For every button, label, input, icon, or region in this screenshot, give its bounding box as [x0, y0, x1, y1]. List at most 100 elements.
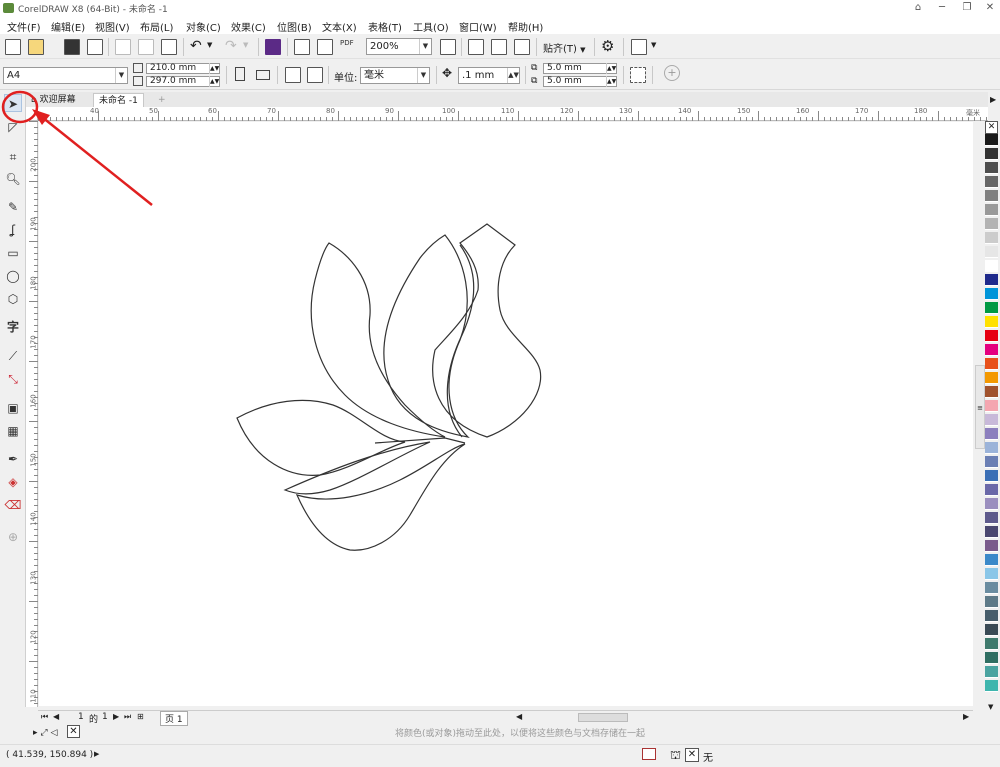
first-page-icon[interactable]: ⏮ — [41, 712, 48, 722]
color-swatch[interactable] — [985, 330, 998, 342]
user-icon[interactable]: ⌂ — [906, 0, 930, 15]
undo-dropdown-icon[interactable]: ▼ — [207, 41, 212, 49]
save-icon[interactable] — [64, 39, 80, 55]
search-content-icon[interactable] — [265, 39, 281, 55]
page-tab[interactable]: 页 1 — [160, 711, 188, 726]
fill-bucket-icon[interactable]: ⛫ — [670, 748, 681, 764]
color-swatch[interactable] — [985, 372, 998, 384]
snap-to-menu[interactable]: 贴齐(T) ▼ — [543, 40, 586, 55]
color-swatch[interactable] — [985, 400, 998, 412]
spinner-arrows-icon[interactable]: ▲▼ — [209, 63, 219, 74]
menu-edit[interactable]: 编辑(E) — [51, 19, 85, 34]
menu-help[interactable]: 帮助(H) — [508, 19, 543, 34]
color-swatch[interactable] — [985, 204, 998, 216]
menu-object[interactable]: 对象(C) — [186, 19, 221, 34]
color-swatch[interactable] — [985, 442, 998, 454]
status-expand-icon[interactable]: ▶ — [94, 750, 99, 758]
palette-scroll-down-icon[interactable]: ▼ — [988, 703, 993, 711]
menu-table[interactable]: 表格(T) — [368, 19, 402, 34]
color-swatch[interactable] — [985, 652, 998, 664]
zoom-level-select[interactable]: 200% ▼ — [366, 38, 432, 55]
menu-effects[interactable]: 效果(C) — [231, 19, 266, 34]
print-icon[interactable] — [87, 39, 103, 55]
duplicate-distance-y-input[interactable]: 5.0 mm ▲▼ — [543, 76, 617, 87]
export-icon[interactable] — [317, 39, 333, 55]
quick-customize-icon[interactable]: + — [664, 65, 680, 81]
previous-page-icon[interactable]: ◀ — [53, 712, 59, 721]
minimize-button[interactable]: ─ — [930, 0, 954, 15]
full-screen-icon[interactable] — [440, 39, 456, 55]
color-swatch[interactable] — [985, 484, 998, 496]
docker-expand-icon[interactable]: ▶ — [990, 95, 996, 104]
color-swatch[interactable] — [985, 148, 998, 160]
color-swatch[interactable] — [985, 526, 998, 538]
flower-drawing[interactable] — [39, 122, 973, 706]
color-swatch[interactable] — [985, 456, 998, 468]
restore-button[interactable]: ❐ — [955, 0, 979, 15]
color-swatch[interactable] — [985, 260, 998, 272]
drop-shadow-icon[interactable]: ▣ — [4, 399, 22, 417]
application-launcher-icon[interactable] — [631, 39, 647, 55]
color-swatch[interactable] — [985, 582, 998, 594]
color-swatch[interactable] — [985, 680, 998, 692]
spinner-arrows-icon[interactable]: ▲▼ — [606, 76, 616, 87]
color-swatch[interactable] — [985, 512, 998, 524]
nudge-distance-input[interactable]: .1 mm ▲▼ — [458, 67, 520, 84]
menu-text[interactable]: 文本(X) — [322, 19, 357, 34]
color-swatch[interactable] — [985, 596, 998, 608]
color-swatch[interactable] — [985, 274, 998, 286]
color-swatch[interactable] — [985, 498, 998, 510]
color-swatch[interactable] — [985, 232, 998, 244]
no-color-swatch[interactable]: ✕ — [985, 121, 998, 134]
next-page-icon[interactable]: ▶ — [113, 712, 119, 721]
transparency-icon[interactable]: ▦ — [4, 422, 22, 440]
spinner-arrows-icon[interactable]: ▲▼ — [507, 68, 519, 83]
add-page-icon[interactable]: ⊞ — [137, 712, 144, 721]
color-palette[interactable] — [985, 134, 1000, 700]
redo-dropdown-icon[interactable]: ▼ — [243, 41, 248, 49]
menu-file[interactable]: 文件(F) — [7, 19, 41, 34]
export-pdf-icon[interactable]: PDF — [340, 39, 354, 47]
drawing-canvas[interactable] — [39, 122, 973, 706]
color-swatch[interactable] — [985, 414, 998, 426]
current-page-icon[interactable] — [307, 67, 323, 83]
color-swatch[interactable] — [985, 176, 998, 188]
color-swatch[interactable] — [985, 358, 998, 370]
spinner-arrows-icon[interactable]: ▲▼ — [209, 76, 219, 87]
color-swatch[interactable] — [985, 666, 998, 678]
horizontal-ruler[interactable]: 40 50 60 70 80 90 100 110 120 130 140 15… — [38, 107, 988, 121]
cut-icon[interactable] — [115, 39, 131, 55]
parallel-dimension-icon[interactable]: ⟋ — [4, 347, 22, 365]
color-swatch[interactable] — [985, 302, 998, 314]
last-page-icon[interactable]: ⏭ — [124, 712, 131, 722]
color-settings-icon[interactable] — [642, 748, 656, 760]
fill-outline-controls[interactable]: ▸ ⤢ ◁ — [33, 728, 57, 738]
undo-icon[interactable]: ↶ — [190, 38, 202, 54]
palette-scroll-handle[interactable]: ≡ — [975, 365, 985, 449]
rectangle-tool-icon[interactable]: ▭ — [4, 244, 22, 262]
scroll-left-icon[interactable]: ◀ — [516, 712, 522, 721]
color-swatch[interactable] — [985, 540, 998, 552]
duplicate-distance-x-input[interactable]: 5.0 mm ▲▼ — [543, 63, 617, 74]
open-folder-icon[interactable] — [28, 39, 44, 55]
grid-icon[interactable] — [491, 39, 507, 55]
options-gear-icon[interactable]: ⚙ — [601, 37, 614, 55]
color-swatch[interactable] — [985, 162, 998, 174]
color-eyedropper-icon[interactable]: ✒ — [4, 450, 22, 468]
color-swatch[interactable] — [985, 638, 998, 650]
paste-icon[interactable] — [161, 39, 177, 55]
color-swatch[interactable] — [985, 428, 998, 440]
color-swatch[interactable] — [985, 246, 998, 258]
scroll-right-icon[interactable]: ▶ — [963, 712, 969, 721]
color-swatch[interactable] — [985, 568, 998, 580]
color-swatch[interactable] — [985, 134, 998, 146]
page-width-input[interactable]: 210.0 mm ▲▼ — [146, 63, 220, 74]
color-swatch[interactable] — [985, 344, 998, 356]
color-swatch[interactable] — [985, 218, 998, 230]
smart-fill-icon[interactable]: ⌫ — [4, 496, 22, 514]
guidelines-icon[interactable] — [514, 39, 530, 55]
color-swatch[interactable] — [985, 624, 998, 636]
menu-view[interactable]: 视图(V) — [95, 19, 130, 34]
import-icon[interactable] — [294, 39, 310, 55]
new-document-icon[interactable] — [5, 39, 21, 55]
